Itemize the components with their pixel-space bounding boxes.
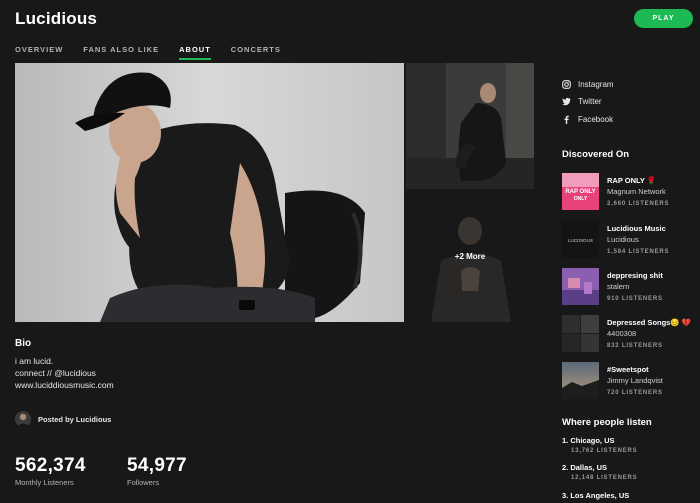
bio-line: i am lucid. [15,356,54,366]
instagram-icon [562,80,571,89]
playlist-listeners: 2,660 LISTENERS [607,201,670,207]
city-name: 3. Los Angeles, US [562,491,630,500]
playlist-title[interactable]: deppresing shit [607,271,663,280]
social-link-instagram[interactable]: Instagram [562,80,614,89]
playlist-listeners: 910 LISTENERS [607,296,663,302]
playlist-cover-text: RAP ONLY [565,189,595,195]
followers-stat: 54,977 Followers [127,455,187,487]
discovered-on-heading: Discovered On [562,149,630,160]
posted-by-label: Posted by Lucidious [38,414,112,424]
playlist-listeners: 832 LISTENERS [607,343,663,349]
facebook-icon [564,115,569,124]
tab-concerts[interactable]: CONCERTS [231,45,281,54]
playlist-owner[interactable]: Magnum Network [607,187,666,196]
city-name: 1. Chicago, US [562,436,615,445]
bio-heading: Bio [15,338,32,349]
play-button[interactable]: PLAY [634,9,693,28]
followers-label: Followers [127,478,160,487]
more-photos-label[interactable]: +2 More [406,191,534,322]
main-photo[interactable] [15,63,404,322]
monthly-listeners-value: 562,374 [15,455,86,476]
city-item: 2. Dallas, US 12,148 LISTENERS [562,463,700,481]
posted-by: Posted by Lucidious [15,411,111,427]
tab-fans-also-like[interactable]: FANS ALSO LIKE [83,45,159,54]
monthly-listeners-label: Monthly Listeners [15,478,74,487]
social-label: Facebook [578,115,614,124]
playlist-owner[interactable]: 4400308 [607,329,636,338]
where-people-listen-heading: Where people listen [562,417,652,428]
tab-overview[interactable]: OVERVIEW [15,45,63,54]
social-label: Twitter [578,97,602,106]
city-listeners: 13,762 LISTENERS [571,448,638,454]
playlist-title[interactable]: #Sweetspot [607,365,649,374]
bio-link[interactable]: www.luciddiousmusic.com [15,379,114,391]
bio-line: connect // @lucidious [15,368,96,378]
playlist-title[interactable]: Depressed Songs😔 💔 [607,318,691,327]
discovered-playlist[interactable]: Depressed Songs😔 💔 4400308 832 LISTENERS [562,315,700,353]
followers-value: 54,977 [127,455,187,476]
tab-about[interactable]: ABOUT [179,45,211,60]
playlist-cover: RAP ONLY ONLY [562,173,599,210]
discovered-playlist[interactable]: RAP ONLY ONLY RAP ONLY 🌹 Magnum Network … [562,173,700,211]
discovered-playlist[interactable]: LUCIDIOUS Lucidious Music Lucidious 1,58… [562,221,700,259]
playlist-cover [562,315,599,352]
playlist-owner[interactable]: stalern [607,282,630,291]
playlist-title[interactable]: Lucidious Music [607,224,666,233]
city-item: 1. Chicago, US 13,762 LISTENERS [562,436,700,454]
discovered-playlist[interactable]: deppresing shit stalern 910 LISTENERS [562,268,700,306]
svg-text:ONLY: ONLY [574,196,588,202]
city-item: 3. Los Angeles, US [562,491,700,500]
discovered-playlist[interactable]: #Sweetspot Jimmy Landqvist 720 LISTENERS [562,362,700,400]
playlist-owner[interactable]: Jimmy Landqvist [607,376,663,385]
social-link-facebook[interactable]: Facebook [562,115,613,124]
artist-tabs: OVERVIEW FANS ALSO LIKE ABOUT CONCERTS [15,45,301,60]
playlist-owner[interactable]: Lucidious [607,235,639,244]
gallery-photo-2[interactable] [406,63,534,189]
city-name: 2. Dallas, US [562,463,608,472]
gallery-photo-more[interactable]: +2 More [406,191,534,322]
playlist-listeners: 1,584 LISTENERS [607,249,670,255]
city-listeners: 12,148 LISTENERS [571,475,638,481]
photo-gallery: +2 More [15,63,534,322]
social-label: Instagram [578,80,614,89]
playlist-listeners: 720 LISTENERS [607,390,663,396]
artist-header: Lucidious PLAY OVERVIEW FANS ALSO LIKE A… [0,0,700,62]
twitter-icon [562,97,571,106]
monthly-listeners-stat: 562,374 Monthly Listeners [15,455,86,487]
playlist-cover: LUCIDIOUS [562,221,599,258]
social-link-twitter[interactable]: Twitter [562,97,602,106]
avatar [15,411,31,427]
playlist-cover [562,362,599,399]
playlist-cover [562,268,599,305]
bio-text: i am lucid. connect // @lucidious www.lu… [15,355,114,391]
playlist-cover-text: LUCIDIOUS [568,238,593,243]
playlist-title[interactable]: RAP ONLY 🌹 [607,176,656,185]
artist-name: Lucidious [15,9,98,28]
